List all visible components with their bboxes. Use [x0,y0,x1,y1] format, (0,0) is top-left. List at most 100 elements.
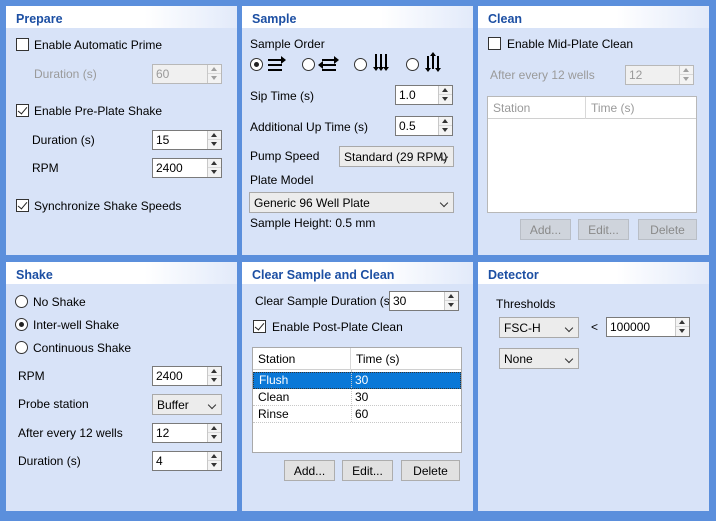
sip-time-label: Sip Time (s) [250,89,315,103]
continuous-shake-radio[interactable] [15,341,28,354]
pre-shake-checkbox[interactable] [16,104,29,117]
clean-station-table[interactable]: Station Time (s) [487,96,697,213]
columns-serpentine-order-icon [424,52,442,72]
shake-duration-spinner[interactable]: 15 [152,130,222,150]
no-shake-radio[interactable] [15,295,28,308]
chevron-down-icon [564,323,574,333]
spinner-down-icon[interactable] [208,168,221,177]
spinner-down-icon[interactable] [445,301,458,310]
probe-station-label: Probe station [18,397,89,411]
pump-speed-label: Pump Speed [250,149,320,163]
auto-prime-checkbox[interactable] [16,38,29,51]
time-column-header[interactable]: Time (s) [351,348,461,370]
spinner-up-icon[interactable] [208,367,221,376]
clean-edit-button[interactable]: Edit... [578,219,629,240]
order-option-4-radio[interactable] [406,58,419,71]
time-cell: 30 [355,390,369,404]
pump-speed-select[interactable]: Standard (29 RPM) [339,146,454,167]
clean-delete-button[interactable]: Delete [638,219,697,240]
order-option-3-radio[interactable] [354,58,367,71]
spinner-up-icon[interactable] [445,292,458,301]
mid-plate-clean-checkbox[interactable] [488,37,501,50]
spinner-down-icon[interactable] [680,75,693,84]
time-column-header[interactable]: Time (s) [586,97,696,119]
post-clean-add-button[interactable]: Add... [284,460,335,481]
table-row[interactable]: Clean 30 [253,389,461,406]
table-header: Station Time (s) [488,97,696,119]
sync-shake-checkbox[interactable] [16,199,29,212]
sample-panel: Sample Sample Order Sip Time (s) 1.0 Add… [242,6,473,255]
table-row[interactable]: Rinse 60 [253,406,461,423]
shake-after-spinner[interactable]: 12 [152,423,222,443]
mid-plate-clean-label: Enable Mid-Plate Clean [507,37,634,51]
post-plate-clean-checkbox[interactable] [253,320,266,333]
shake-rpm-spinner[interactable]: 2400 [152,366,222,386]
order-option-1-radio[interactable] [250,58,263,71]
spinner-down-icon[interactable] [208,140,221,149]
rpm-spinner[interactable]: 2400 [152,158,222,178]
post-clean-station-table[interactable]: Station Time (s) Flush 30 Clean 30 Rinse… [252,347,462,453]
threshold-channel-select[interactable]: FSC-H [499,317,579,338]
spinner-up-icon[interactable] [208,65,221,74]
sample-title: Sample [242,6,473,28]
second-threshold-select[interactable]: None [499,348,579,369]
shake-title: Shake [6,262,237,284]
shake-duration-label: Duration (s) [32,133,95,147]
columns-down-order-icon [372,54,390,71]
spinner-up-icon[interactable] [208,424,221,433]
order-option-2-radio[interactable] [302,58,315,71]
spinner-down-icon[interactable] [439,126,452,135]
station-cell: Clean [258,390,290,404]
station-column-header[interactable]: Station [253,348,351,370]
spinner-up-icon[interactable] [208,131,221,140]
shake-panel: Shake No Shake Inter-well Shake Continuo… [6,262,237,511]
spinner-down-icon[interactable] [208,461,221,470]
post-clean-delete-button[interactable]: Delete [401,460,460,481]
spinner-up-icon[interactable] [676,318,689,327]
chevron-down-icon [564,354,574,364]
post-clean-edit-button[interactable]: Edit... [342,460,393,481]
spinner-down-icon[interactable] [676,327,689,336]
prime-duration-spinner[interactable]: 60 [152,64,222,84]
shake-after-label: After every 12 wells [18,426,123,440]
pump-speed-value: Standard (29 RPM) [344,150,448,164]
rpm-value: 2400 [156,161,183,175]
spinner-up-icon[interactable] [680,66,693,75]
clean-after-spinner[interactable]: 12 [625,65,694,85]
clean-title: Clean [478,6,709,28]
continuous-shake-label: Continuous Shake [33,341,132,355]
probe-station-value: Buffer [157,398,189,412]
sip-time-spinner[interactable]: 1.0 [395,85,453,105]
prime-duration-value: 60 [156,67,170,81]
time-cell: 60 [355,407,369,421]
probe-station-select[interactable]: Buffer [152,394,222,415]
spinner-down-icon[interactable] [208,433,221,442]
spinner-down-icon[interactable] [208,376,221,385]
table-header: Station Time (s) [253,348,461,370]
plate-model-select[interactable]: Generic 96 Well Plate [249,192,454,213]
spinner-down-icon[interactable] [439,95,452,104]
prepare-title: Prepare [6,6,237,28]
time-cell: 30 [355,373,369,387]
clean-add-button[interactable]: Add... [520,219,571,240]
spinner-up-icon[interactable] [208,159,221,168]
shake-rpm-label: RPM [18,369,45,383]
threshold-value-spinner[interactable]: 100000 [606,317,690,337]
inter-well-shake-radio[interactable] [15,318,28,331]
inter-well-shake-label: Inter-well Shake [33,318,120,332]
spinner-down-icon[interactable] [208,74,221,83]
additional-up-time-spinner[interactable]: 0.5 [395,116,453,136]
column-divider [351,370,352,422]
station-cell: Rinse [258,407,289,421]
shake-duration-spinner[interactable]: 4 [152,451,222,471]
chevron-down-icon [207,400,217,410]
spinner-up-icon[interactable] [439,117,452,126]
pre-shake-label: Enable Pre-Plate Shake [34,104,163,118]
shake-duration-value: 4 [156,454,163,468]
station-column-header[interactable]: Station [488,97,586,119]
table-row[interactable]: Flush 30 [253,372,461,389]
spinner-up-icon[interactable] [439,86,452,95]
spinner-up-icon[interactable] [208,452,221,461]
auto-prime-label: Enable Automatic Prime [34,38,163,52]
clear-duration-spinner[interactable]: 30 [389,291,459,311]
